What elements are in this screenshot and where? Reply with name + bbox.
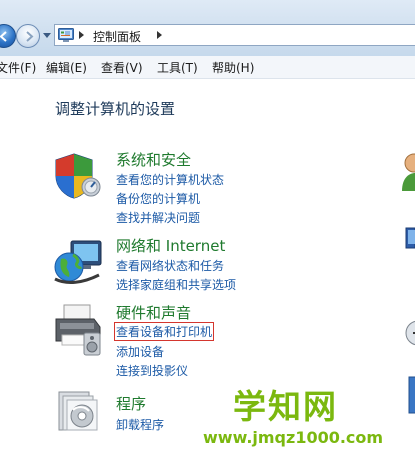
clock-region-icon[interactable] [404, 313, 415, 353]
menu-tools[interactable]: 工具(T) [157, 59, 198, 76]
menu-file[interactable]: 文件(F) [0, 59, 36, 76]
forward-button[interactable] [16, 24, 40, 48]
ease-of-access-icon[interactable] [407, 375, 415, 415]
link-uninstall-program[interactable]: 卸载程序 [116, 416, 164, 433]
appearance-icon[interactable] [404, 226, 415, 254]
printer-icon[interactable] [54, 303, 104, 357]
category-programs[interactable]: 程序 [116, 393, 146, 414]
menu-bar: 文件(F) 编辑(E) 查看(V) 工具(T) 帮助(H) [0, 56, 415, 79]
category-hardware-sound[interactable]: 硬件和声音 [116, 302, 191, 323]
link-find-fix-problems[interactable]: 查找并解决问题 [116, 209, 200, 226]
control-panel-content: 调整计算机的设置 系统和安全 查看您的计算机状态 备份您的计算机 查找并解决问题… [0, 79, 415, 457]
link-add-device[interactable]: 添加设备 [116, 343, 164, 360]
page-title: 调整计算机的设置 [55, 100, 176, 118]
link-view-computer-status[interactable]: 查看您的计算机状态 [116, 171, 224, 188]
link-connect-projector[interactable]: 连接到投影仪 [116, 362, 188, 379]
address-box[interactable]: 控制面板 [54, 24, 415, 46]
network-globe-icon[interactable] [53, 239, 103, 287]
breadcrumb-separator-icon[interactable] [157, 31, 163, 39]
breadcrumb-separator-icon[interactable] [79, 31, 85, 39]
menu-help[interactable]: 帮助(H) [212, 59, 254, 76]
link-devices-printers[interactable]: 查看设备和打印机 [113, 322, 215, 341]
link-homegroup-sharing[interactable]: 选择家庭组和共享选项 [116, 276, 236, 293]
category-network-internet[interactable]: 网络和 Internet [116, 235, 225, 256]
back-arrow-icon [0, 31, 7, 42]
recent-pages-dropdown-icon[interactable] [43, 33, 51, 39]
link-backup-computer[interactable]: 备份您的计算机 [116, 190, 200, 207]
category-system-security[interactable]: 系统和安全 [116, 149, 191, 170]
forward-arrow-icon [26, 31, 34, 42]
menu-view[interactable]: 查看(V) [101, 59, 143, 76]
address-bar-area: 控制面板 [0, 0, 415, 56]
user-accounts-icon[interactable] [400, 153, 415, 191]
breadcrumb-control-panel[interactable]: 控制面板 [93, 28, 141, 45]
watermark-brand: 学知网 [233, 387, 338, 426]
watermark-url: www.jmqz1000.com [203, 428, 384, 447]
programs-icon[interactable] [55, 386, 103, 434]
menu-edit[interactable]: 编辑(E) [46, 59, 87, 76]
shield-icon[interactable] [54, 152, 102, 200]
link-view-network-status[interactable]: 查看网络状态和任务 [116, 257, 224, 274]
back-button[interactable] [0, 24, 16, 48]
control-panel-small-icon [58, 28, 74, 42]
